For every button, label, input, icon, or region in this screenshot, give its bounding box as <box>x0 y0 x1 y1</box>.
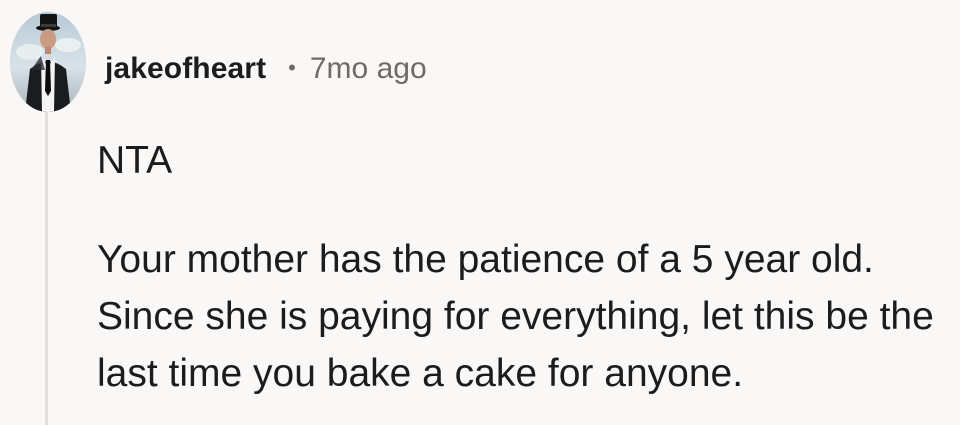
user-avatar-icon[interactable] <box>10 12 86 112</box>
comment-card: jakeofheart • 7mo ago NTA Your mother ha… <box>0 0 960 425</box>
comment-meta: jakeofheart • 7mo ago <box>105 49 427 89</box>
username-link[interactable]: jakeofheart <box>105 52 266 86</box>
comment-timestamp[interactable]: 7mo ago <box>310 52 427 86</box>
comment-paragraph: Your mother has the patience of a 5 year… <box>97 238 934 395</box>
comment-paragraph: NTA <box>97 139 173 182</box>
comment-body: NTA Your mother has the patience of a 5 … <box>97 132 947 402</box>
separator-dot: • <box>288 55 296 80</box>
thread-line[interactable] <box>45 112 48 425</box>
